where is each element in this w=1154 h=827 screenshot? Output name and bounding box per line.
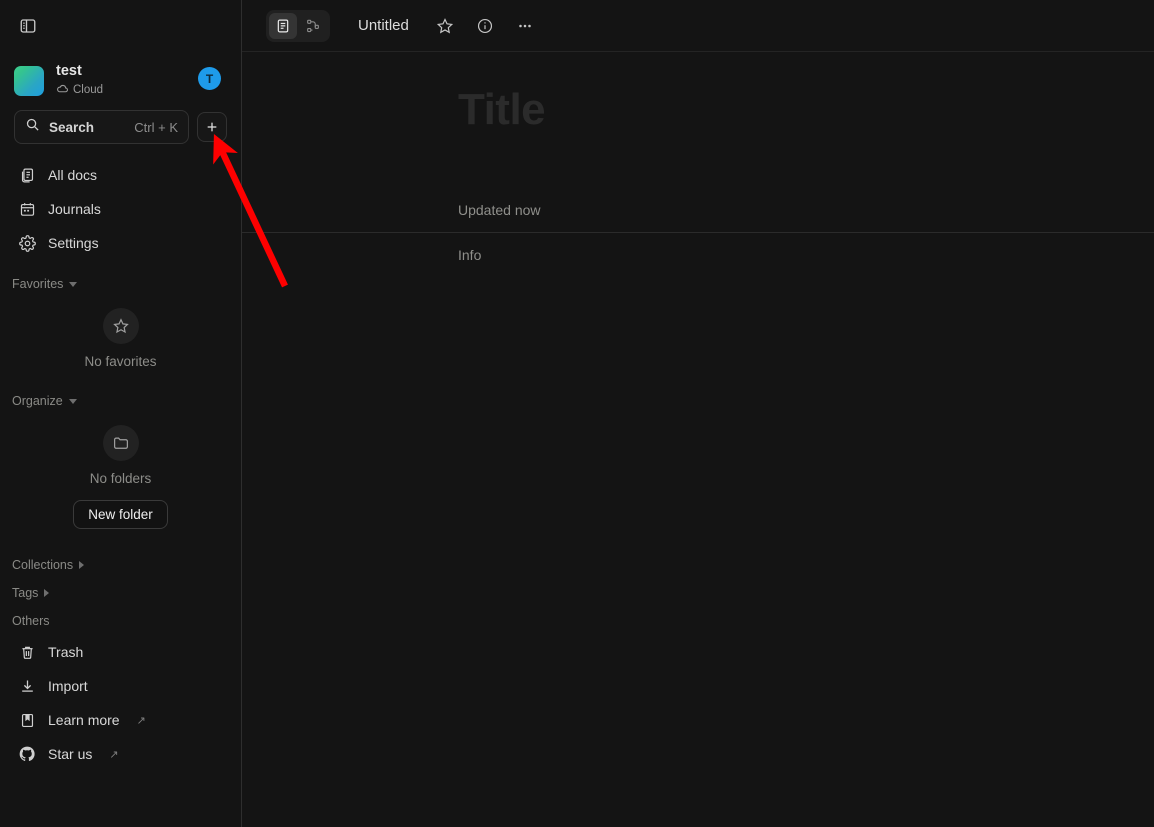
chevron-down-icon	[68, 398, 77, 404]
sidebar-item-label: Star us	[48, 746, 93, 762]
chevron-right-icon	[79, 561, 85, 569]
document-body: Title Updated now Info	[242, 52, 1154, 827]
github-icon	[18, 745, 36, 763]
import-icon	[18, 677, 36, 695]
sidebar-item-learn-more[interactable]: Learn more ↗	[8, 703, 233, 737]
organize-empty-label: No folders	[89, 471, 152, 486]
search-icon	[25, 117, 40, 137]
sidebar-item-label: All docs	[48, 167, 98, 183]
calendar-icon	[18, 200, 36, 218]
workspace-sync-status: Cloud	[56, 82, 103, 99]
new-doc-plus-button[interactable]	[197, 112, 227, 142]
sidebar-item-star-us[interactable]: Star us ↗	[8, 737, 233, 771]
sidebar-item-label: Journals	[48, 201, 101, 217]
sidebar: test Cloud T Search Ctrl + K All docs Jo…	[0, 0, 242, 827]
primary-nav: All docs Journals Settings	[0, 158, 241, 260]
section-header-collections[interactable]: Collections	[0, 551, 241, 579]
trash-icon	[18, 643, 36, 661]
document-updated-row: Updated now	[242, 189, 1154, 233]
external-link-icon: ↗	[109, 748, 119, 761]
search-row: Search Ctrl + K	[0, 110, 241, 144]
document-info-row[interactable]: Info	[242, 233, 1154, 277]
edgeless-mode-icon[interactable]	[299, 13, 327, 39]
sidebar-toggle-icon[interactable]	[14, 12, 42, 40]
all-docs-icon	[18, 166, 36, 184]
page-title[interactable]: Title	[242, 84, 1154, 137]
sidebar-item-trash[interactable]: Trash	[8, 635, 233, 669]
book-icon	[18, 711, 36, 729]
view-mode-switcher	[266, 9, 330, 42]
external-link-icon: ↗	[136, 714, 146, 727]
workspace-meta: test Cloud	[56, 63, 103, 99]
sidebar-item-label: Import	[48, 678, 88, 694]
chevron-right-icon	[44, 589, 50, 597]
sidebar-item-journals[interactable]: Journals	[8, 192, 233, 226]
section-header-others: Others	[0, 607, 241, 635]
sidebar-header	[0, 0, 241, 52]
section-label-collections: Collections	[12, 558, 74, 572]
editor-toolbar: Untitled	[242, 0, 1154, 52]
sidebar-item-import[interactable]: Import	[8, 669, 233, 703]
others-nav: Trash Import Learn more ↗ Star us ↗	[0, 635, 241, 771]
info-label: Info	[458, 246, 482, 263]
more-horizontal-icon[interactable]	[511, 12, 539, 40]
document-title-breadcrumb[interactable]: Untitled	[358, 17, 409, 34]
chevron-down-icon	[69, 281, 78, 287]
section-label-favorites: Favorites	[12, 277, 64, 291]
search-label: Search	[49, 119, 95, 135]
folder-icon	[102, 425, 139, 461]
organize-empty-state: No folders New folder	[0, 415, 241, 533]
sidebar-item-label: Settings	[48, 235, 99, 251]
updated-timestamp: Updated now	[458, 202, 541, 219]
section-header-tags[interactable]: Tags	[0, 579, 241, 607]
sidebar-item-label: Learn more	[48, 712, 120, 728]
sidebar-item-all-docs[interactable]: All docs	[8, 158, 233, 192]
info-circle-icon[interactable]	[471, 12, 499, 40]
section-label-others: Others	[12, 614, 50, 628]
sidebar-item-settings[interactable]: Settings	[8, 226, 233, 260]
avatar[interactable]: T	[198, 67, 221, 90]
sidebar-item-label: Trash	[48, 644, 84, 660]
search-input[interactable]: Search Ctrl + K	[14, 110, 189, 144]
workspace-name: test	[56, 63, 82, 80]
new-folder-button[interactable]: New folder	[73, 500, 168, 529]
page-mode-icon[interactable]	[269, 12, 297, 39]
gear-icon	[18, 234, 36, 252]
workspace-avatar	[14, 66, 44, 96]
search-shortcut: Ctrl + K	[134, 119, 178, 135]
favorites-empty-state: No favorites	[0, 298, 241, 373]
favorites-empty-label: No favorites	[84, 354, 157, 369]
star-icon	[102, 308, 139, 344]
section-header-favorites[interactable]: Favorites	[0, 270, 241, 298]
main-content: Untitled Title Updated now Info	[242, 0, 1154, 827]
section-label-organize: Organize	[12, 394, 63, 408]
app-root: test Cloud T Search Ctrl + K All docs Jo…	[0, 0, 1154, 827]
cloud-icon	[56, 82, 69, 99]
star-outline-icon[interactable]	[431, 12, 459, 40]
sync-status-label: Cloud	[73, 83, 104, 96]
section-header-organize[interactable]: Organize	[0, 387, 241, 415]
section-label-tags: Tags	[12, 586, 39, 600]
workspace-selector[interactable]: test Cloud T	[0, 58, 241, 104]
